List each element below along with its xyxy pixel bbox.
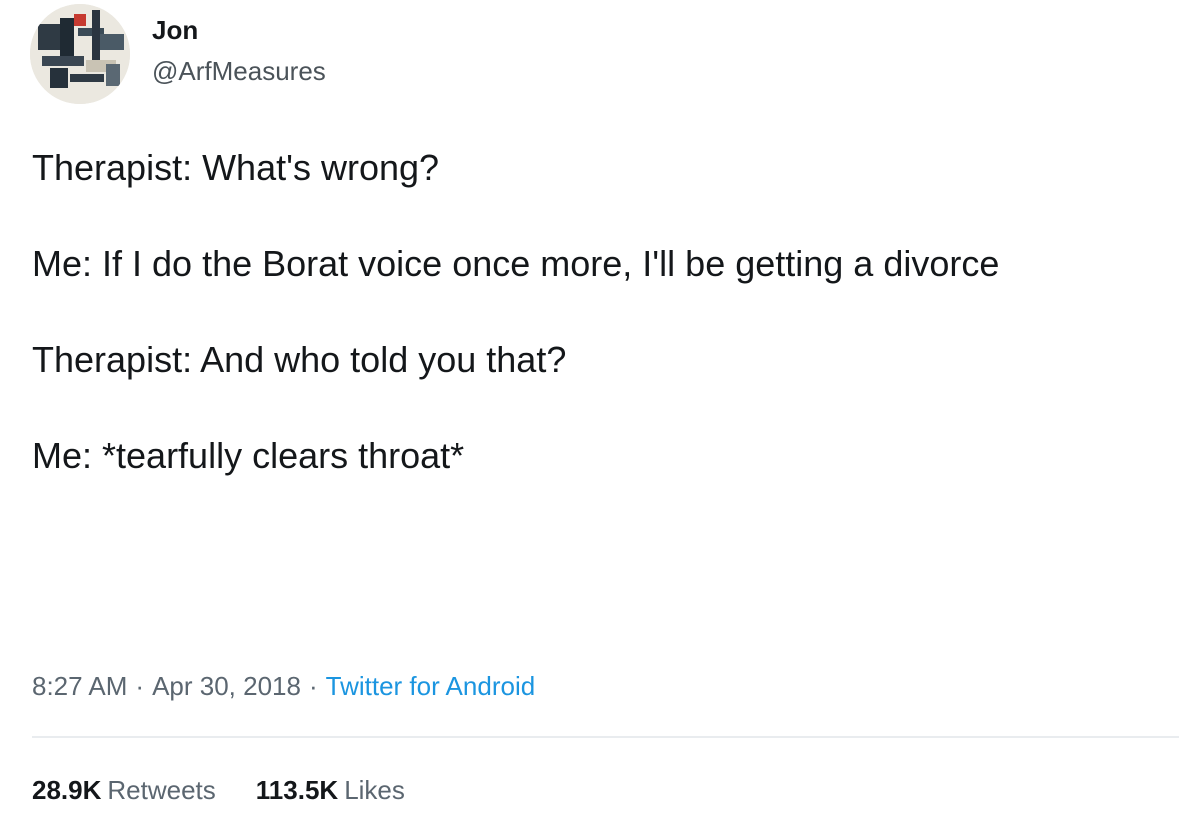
meta-separator: · — [308, 671, 318, 701]
tweet-header: Jon @ArfMeasures — [30, 4, 326, 104]
author-handle[interactable]: @ArfMeasures — [152, 55, 326, 87]
author-display-name[interactable]: Jon — [152, 14, 326, 46]
meta-separator: · — [135, 671, 145, 701]
avatar-image-icon — [30, 4, 130, 104]
retweets-label: Retweets — [107, 775, 216, 805]
tweet-text: Therapist: What's wrong? Me: If I do the… — [32, 140, 1142, 484]
tweet-line: Me: If I do the Borat voice once more, I… — [32, 243, 1000, 284]
tweet-meta: 8:27 AM · Apr 30, 2018 · Twitter for Android — [32, 668, 535, 704]
tweet-stats: 28.9K Retweets 113.5K Likes — [32, 772, 445, 808]
avatar[interactable] — [30, 4, 130, 104]
likes-label: Likes — [344, 775, 405, 805]
tweet-time[interactable]: 8:27 AM — [32, 671, 127, 701]
tweet-line: Therapist: What's wrong? — [32, 147, 440, 188]
tweet-card: Jon @ArfMeasures Therapist: What's wrong… — [0, 0, 1179, 815]
author-names: Jon @ArfMeasures — [152, 14, 326, 87]
retweets-stat[interactable]: 28.9K Retweets — [32, 772, 216, 808]
tweet-date[interactable]: Apr 30, 2018 — [152, 671, 301, 701]
divider — [32, 736, 1179, 738]
tweet-line: Me: *tearfully clears throat* — [32, 435, 465, 476]
likes-count: 113.5K — [255, 775, 339, 805]
likes-stat[interactable]: 113.5K Likes — [256, 772, 405, 808]
tweet-source-link[interactable]: Twitter for Android — [326, 671, 536, 701]
tweet-line: Therapist: And who told you that? — [32, 339, 567, 380]
retweets-count: 28.9K — [32, 775, 102, 805]
